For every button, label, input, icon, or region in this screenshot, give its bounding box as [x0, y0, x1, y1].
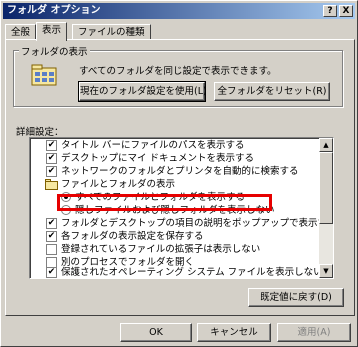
scroll-thumb[interactable]	[319, 152, 333, 224]
scroll-down-icon[interactable]: ▼	[319, 264, 333, 278]
checkbox[interactable]: ✔	[46, 218, 57, 229]
checkbox[interactable]	[46, 244, 57, 255]
close-button[interactable]: X	[339, 5, 353, 17]
checkbox[interactable]: ✔	[46, 140, 57, 151]
tab-view[interactable]: 表示	[36, 22, 68, 41]
folder-window-icon	[31, 64, 57, 86]
title-bar: フォルダ オプション ? X	[3, 3, 355, 19]
tab-general[interactable]: 全般	[5, 24, 37, 40]
scroll-up-icon[interactable]: ▲	[319, 138, 333, 152]
folder-icon	[45, 179, 58, 190]
help-button[interactable]: ?	[323, 5, 337, 17]
folder-options-dialog: フォルダ オプション ? X 全般 表示 ファイルの種類 フォルダの表示 すべて…	[0, 0, 358, 347]
advanced-settings-list[interactable]: ✔ タイトル バーにファイルのパスを表示する ✔ デスクトップにマイ ドキュメン…	[29, 137, 334, 279]
window-title: フォルダ オプション	[7, 5, 101, 16]
restore-defaults-button[interactable]: 既定値に戻す(D)	[248, 288, 344, 307]
advanced-settings-label: 詳細設定：	[16, 127, 64, 138]
tab-file-types[interactable]: ファイルの種類	[72, 24, 151, 40]
folder-view-group-title: フォルダの表示	[19, 44, 90, 58]
vertical-scrollbar[interactable]: ▲ ▼	[319, 138, 333, 278]
radio-button[interactable]	[61, 192, 71, 202]
checkbox[interactable]: ✔	[46, 166, 57, 177]
apply-to-all-folders-button[interactable]: 現在のフォルダ設定を使用(L)	[78, 81, 207, 102]
folder-view-description: すべてのフォルダを同じ設定で表示できます。	[79, 66, 277, 77]
checkbox[interactable]: ✔	[46, 267, 57, 278]
apply-button[interactable]: 適用(A)	[277, 323, 351, 342]
radio-button[interactable]	[61, 205, 71, 215]
reset-all-folders-button[interactable]: 全フォルダをリセット(R)	[214, 82, 330, 101]
cancel-button[interactable]: キャンセル	[197, 323, 271, 342]
checkbox[interactable]: ✔	[46, 153, 57, 164]
checkbox[interactable]: ✔	[46, 231, 57, 242]
ok-button[interactable]: OK	[120, 323, 192, 342]
